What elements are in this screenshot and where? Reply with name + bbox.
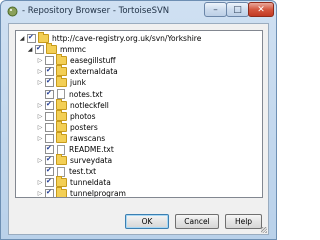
- expand-closed-icon[interactable]: ▷: [36, 124, 44, 131]
- tree-row[interactable]: ▷ externaldata: [36, 65, 118, 77]
- expand-closed-icon[interactable]: ▷: [36, 157, 44, 164]
- repository-tree[interactable]: ◢ http://cave-registry.org.uk/svn/Yorkshi…: [15, 30, 263, 198]
- expand-closed-icon[interactable]: ▷: [36, 190, 44, 197]
- tree-item-label: test.txt: [69, 167, 97, 177]
- expand-closed-icon[interactable]: ▷: [36, 57, 44, 64]
- tree-item-label: notleckfell: [70, 100, 109, 110]
- checkbox[interactable]: [45, 111, 54, 121]
- tree-item-label: README.txt: [69, 145, 114, 154]
- tree-item-label: mmmc: [60, 45, 87, 55]
- folder-icon: [46, 43, 57, 55]
- folder-icon: [56, 131, 67, 143]
- tree-item-label: tunnelprogram: [70, 189, 126, 198]
- checkbox[interactable]: [45, 122, 54, 132]
- tree-row[interactable]: README.txt: [36, 144, 114, 155]
- title-bar[interactable]: - Repository Browser - TortoiseSVN – □ ✕: [1, 1, 276, 23]
- checkbox[interactable]: [45, 133, 54, 143]
- folder-icon: [56, 98, 67, 110]
- checkbox[interactable]: [45, 156, 54, 166]
- checkbox[interactable]: [45, 145, 54, 154]
- folder-icon: [56, 54, 67, 66]
- tree-item-label: http://cave-registry.org.uk/svn/Yorkshir…: [52, 34, 202, 43]
- minimize-button[interactable]: –: [204, 2, 227, 17]
- checkbox[interactable]: [45, 178, 54, 188]
- tree-row[interactable]: ▷ surveydata: [36, 154, 113, 166]
- tree-row[interactable]: test.txt: [36, 166, 96, 177]
- tree-item-label: posters: [70, 122, 98, 132]
- maximize-button[interactable]: □: [226, 2, 249, 17]
- expand-open-icon[interactable]: ◢: [18, 35, 26, 42]
- tree-row[interactable]: ▷ rawscans: [36, 131, 106, 144]
- folder-icon: [56, 176, 67, 188]
- checkbox[interactable]: [45, 100, 54, 110]
- tree-item-label: easegillstuff: [70, 56, 116, 66]
- tree-item-label: rawscans: [70, 133, 106, 143]
- tree-item-label: surveydata: [70, 156, 113, 166]
- help-button[interactable]: Help: [225, 214, 262, 229]
- folder-icon: [56, 154, 67, 166]
- tree-row[interactable]: ▷ notleckfell: [36, 98, 109, 111]
- tree-row[interactable]: notes.txt: [36, 89, 103, 100]
- tree-row[interactable]: ▷ tunneldata: [36, 176, 111, 188]
- tortoisesvn-app-icon: [7, 6, 18, 17]
- close-button[interactable]: ✕: [248, 2, 274, 17]
- folder-icon: [56, 120, 67, 132]
- expand-closed-icon[interactable]: ▷: [36, 79, 44, 86]
- checkbox[interactable]: [45, 89, 54, 99]
- expand-open-icon[interactable]: ◢: [26, 46, 34, 53]
- tree-item-label: notes.txt: [69, 89, 103, 99]
- folder-icon: [38, 32, 49, 43]
- ok-button[interactable]: OK: [125, 214, 169, 229]
- file-icon: [57, 89, 65, 99]
- tree-row[interactable]: ▷ easegillstuff: [36, 54, 116, 66]
- file-icon: [57, 144, 65, 155]
- tree-row[interactable]: ▷ posters: [36, 120, 98, 133]
- checkbox[interactable]: [45, 167, 54, 177]
- tree-row[interactable]: ▷ photos: [36, 109, 96, 122]
- checkbox[interactable]: [45, 67, 54, 77]
- expand-closed-icon[interactable]: ▷: [36, 179, 44, 186]
- folder-icon: [56, 65, 67, 77]
- folder-icon: [56, 109, 67, 121]
- tree-item-label: photos: [70, 111, 96, 121]
- expand-closed-icon[interactable]: ▷: [36, 102, 44, 109]
- checkbox[interactable]: [45, 78, 54, 88]
- checkbox[interactable]: [27, 34, 36, 43]
- cancel-button[interactable]: Cancel: [175, 214, 219, 229]
- folder-icon: [56, 76, 67, 88]
- checkbox[interactable]: [35, 45, 44, 55]
- tree-row[interactable]: ▷ junk: [36, 76, 86, 88]
- expand-closed-icon[interactable]: ▷: [36, 135, 44, 142]
- tree-item-label: junk: [70, 78, 86, 88]
- checkbox[interactable]: [45, 56, 54, 66]
- tree-item-label: tunneldata: [70, 178, 111, 188]
- window-title: - Repository Browser - TortoiseSVN: [22, 6, 170, 16]
- tree-row[interactable]: ▷ tunnelprogram: [36, 187, 126, 198]
- folder-icon: [56, 187, 67, 197]
- file-icon: [57, 166, 65, 177]
- checkbox[interactable]: [45, 189, 54, 197]
- resize-grip[interactable]: [261, 227, 267, 233]
- expand-closed-icon[interactable]: ▷: [36, 68, 44, 75]
- tree-item-label: externaldata: [70, 67, 118, 77]
- expand-closed-icon[interactable]: ▷: [36, 113, 44, 120]
